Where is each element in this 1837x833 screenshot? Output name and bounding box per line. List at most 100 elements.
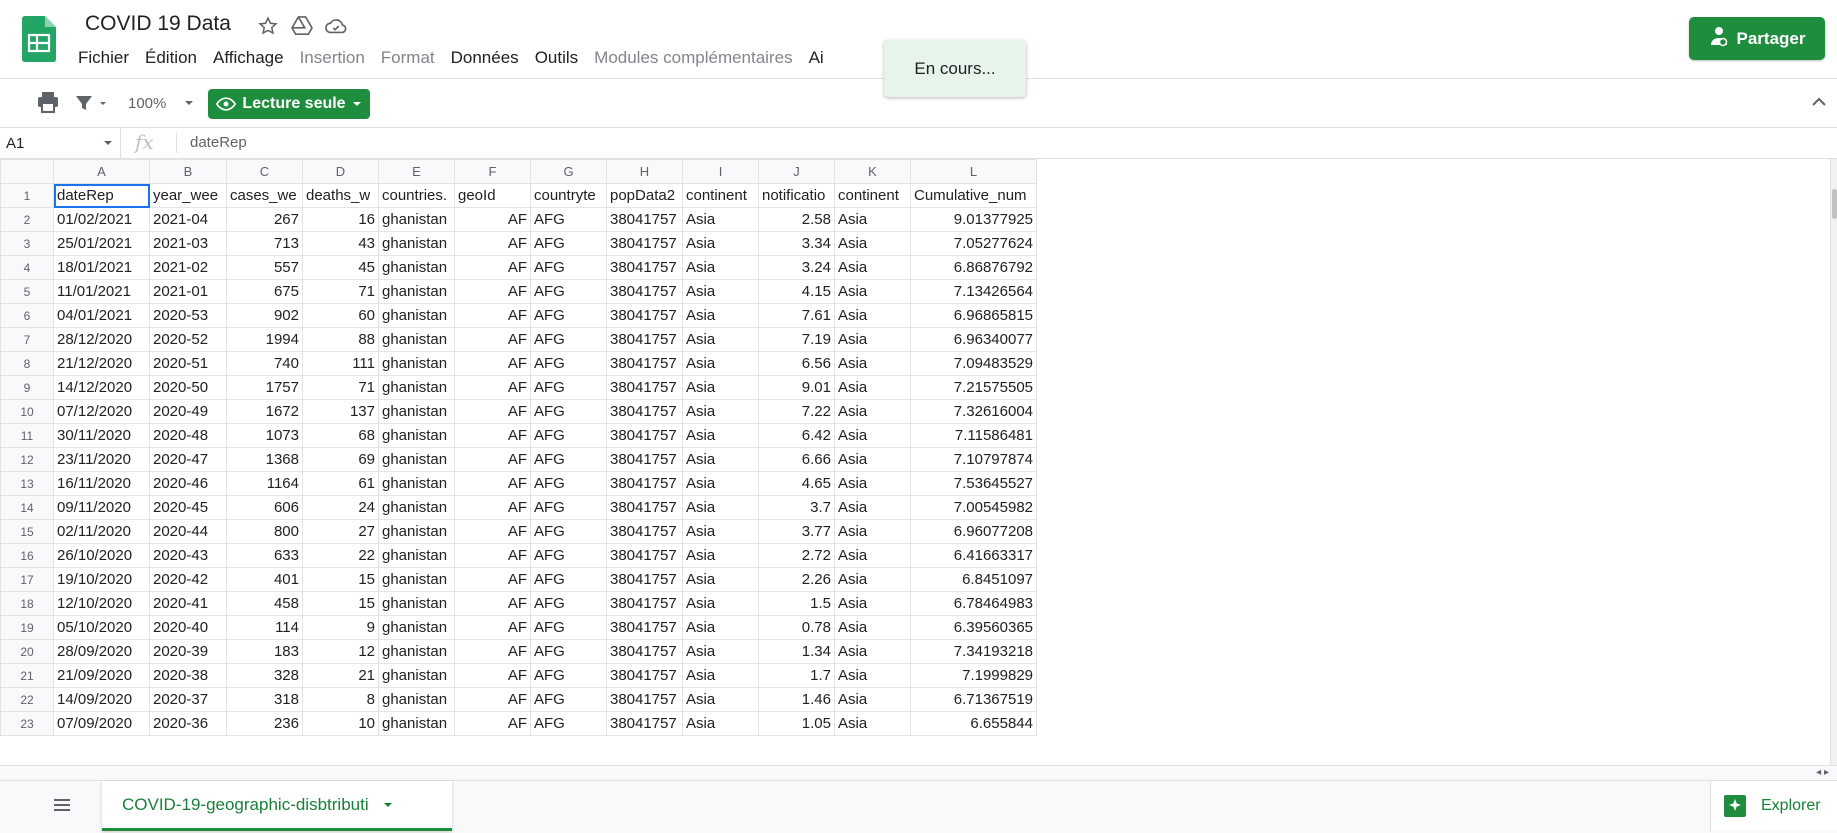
cell[interactable]: AFG — [530, 495, 607, 520]
cell[interactable]: 12/10/2020 — [53, 591, 150, 616]
cell[interactable]: 25/01/2021 — [53, 231, 150, 256]
row-header[interactable]: 6 — [0, 303, 54, 328]
cell[interactable]: 2020-45 — [149, 495, 227, 520]
cell[interactable]: 328 — [226, 663, 303, 688]
cell[interactable]: 2020-39 — [149, 639, 227, 664]
cell[interactable]: 2020-42 — [149, 567, 227, 592]
cell[interactable]: Asia — [834, 327, 911, 352]
cell[interactable]: 15 — [302, 591, 379, 616]
horizontal-scrollbar[interactable]: ◂ ▸ — [0, 765, 1837, 780]
cell[interactable]: ghanistan — [378, 375, 455, 400]
scrollbar-thumb[interactable] — [1832, 189, 1837, 219]
cell[interactable]: Asia — [834, 639, 911, 664]
star-icon[interactable] — [256, 14, 280, 38]
cell[interactable]: 1.46 — [758, 687, 835, 712]
cell[interactable]: AF — [454, 663, 531, 688]
cell[interactable]: 38041757 — [606, 711, 683, 736]
cell[interactable]: ghanistan — [378, 519, 455, 544]
cell[interactable]: 05/10/2020 — [53, 615, 150, 640]
cell[interactable]: AFG — [530, 255, 607, 280]
row-header[interactable]: 19 — [0, 615, 54, 640]
cell[interactable]: ghanistan — [378, 351, 455, 376]
cell[interactable]: 4.65 — [758, 471, 835, 496]
cell[interactable]: Asia — [834, 399, 911, 424]
cell[interactable]: 2020-47 — [149, 447, 227, 472]
document-title[interactable]: COVID 19 Data — [85, 12, 231, 36]
cell[interactable]: 7.21575505 — [910, 375, 1037, 400]
cell[interactable]: AFG — [530, 543, 607, 568]
cell[interactable]: ghanistan — [378, 687, 455, 712]
cell[interactable]: ghanistan — [378, 495, 455, 520]
cell[interactable]: 318 — [226, 687, 303, 712]
cell[interactable]: 2020-44 — [149, 519, 227, 544]
row-header[interactable]: 12 — [0, 447, 54, 472]
cell[interactable]: 7.19 — [758, 327, 835, 352]
cell[interactable]: 2021-02 — [149, 255, 227, 280]
cell[interactable]: Asia — [834, 207, 911, 232]
cell[interactable]: 02/11/2020 — [53, 519, 150, 544]
menu-item-1[interactable]: Édition — [139, 48, 203, 68]
cell[interactable]: Asia — [682, 471, 759, 496]
cell[interactable]: Asia — [834, 663, 911, 688]
cell[interactable]: 1994 — [226, 327, 303, 352]
cell[interactable]: 6.8451097 — [910, 567, 1037, 592]
cell[interactable]: 88 — [302, 327, 379, 352]
cell[interactable]: Asia — [682, 255, 759, 280]
cell[interactable]: AFG — [530, 399, 607, 424]
cell[interactable]: 16/11/2020 — [53, 471, 150, 496]
cell[interactable]: 19/10/2020 — [53, 567, 150, 592]
cell[interactable]: AF — [454, 495, 531, 520]
sheets-logo-icon[interactable] — [22, 16, 56, 62]
cell[interactable]: Asia — [682, 519, 759, 544]
cell[interactable]: 800 — [226, 519, 303, 544]
cell[interactable]: AF — [454, 255, 531, 280]
cell[interactable]: popData2 — [606, 183, 683, 208]
row-header[interactable]: 23 — [0, 711, 54, 736]
cell[interactable]: AF — [454, 303, 531, 328]
cell[interactable]: 2020-51 — [149, 351, 227, 376]
cell[interactable]: AFG — [530, 447, 607, 472]
row-header[interactable]: 1 — [0, 183, 54, 208]
cell[interactable]: Asia — [834, 303, 911, 328]
cell[interactable]: Asia — [682, 207, 759, 232]
tab-covid-geographic[interactable]: COVID-19-geographic-disbtributi — [102, 781, 452, 831]
share-button[interactable]: Partager — [1689, 17, 1825, 60]
menu-item-3[interactable]: Insertion — [294, 48, 371, 68]
menu-item-7[interactable]: Modules complémentaires — [588, 48, 798, 68]
cell[interactable]: 2020-36 — [149, 711, 227, 736]
cell[interactable]: 2020-48 — [149, 423, 227, 448]
chevron-down-icon[interactable] — [383, 800, 393, 810]
column-header[interactable]: I — [682, 159, 759, 184]
scroll-arrows[interactable]: ◂ ▸ — [1816, 767, 1829, 778]
cell[interactable]: ghanistan — [378, 399, 455, 424]
cell[interactable]: Asia — [834, 615, 911, 640]
cell[interactable]: 38041757 — [606, 423, 683, 448]
cell[interactable]: ghanistan — [378, 255, 455, 280]
cell[interactable]: 740 — [226, 351, 303, 376]
cell[interactable]: 2021-04 — [149, 207, 227, 232]
cell[interactable]: 1.05 — [758, 711, 835, 736]
cell[interactable]: 9.01 — [758, 375, 835, 400]
column-header[interactable]: J — [758, 159, 835, 184]
cell[interactable]: AFG — [530, 615, 607, 640]
cell[interactable]: Asia — [682, 567, 759, 592]
cell[interactable]: 267 — [226, 207, 303, 232]
cell[interactable]: 26/10/2020 — [53, 543, 150, 568]
cell[interactable]: Asia — [834, 423, 911, 448]
row-header[interactable]: 13 — [0, 471, 54, 496]
cell[interactable]: AF — [454, 351, 531, 376]
column-header[interactable]: B — [149, 159, 227, 184]
collapse-chevron-icon[interactable] — [1810, 93, 1830, 113]
cell[interactable]: year_wee — [149, 183, 227, 208]
cell[interactable]: 236 — [226, 711, 303, 736]
spreadsheet-grid[interactable]: ABCDEFGHIJKL 1 dateRep year_wee cases_we dea… — [0, 159, 1830, 765]
cell[interactable]: Asia — [682, 303, 759, 328]
cell[interactable]: 38041757 — [606, 351, 683, 376]
cell[interactable]: Asia — [834, 519, 911, 544]
cell[interactable]: countryte — [530, 183, 607, 208]
cell[interactable]: AFG — [530, 231, 607, 256]
cell[interactable]: 38041757 — [606, 591, 683, 616]
vertical-scrollbar[interactable] — [1830, 159, 1837, 765]
cell[interactable]: AFG — [530, 207, 607, 232]
cell[interactable]: 3.77 — [758, 519, 835, 544]
